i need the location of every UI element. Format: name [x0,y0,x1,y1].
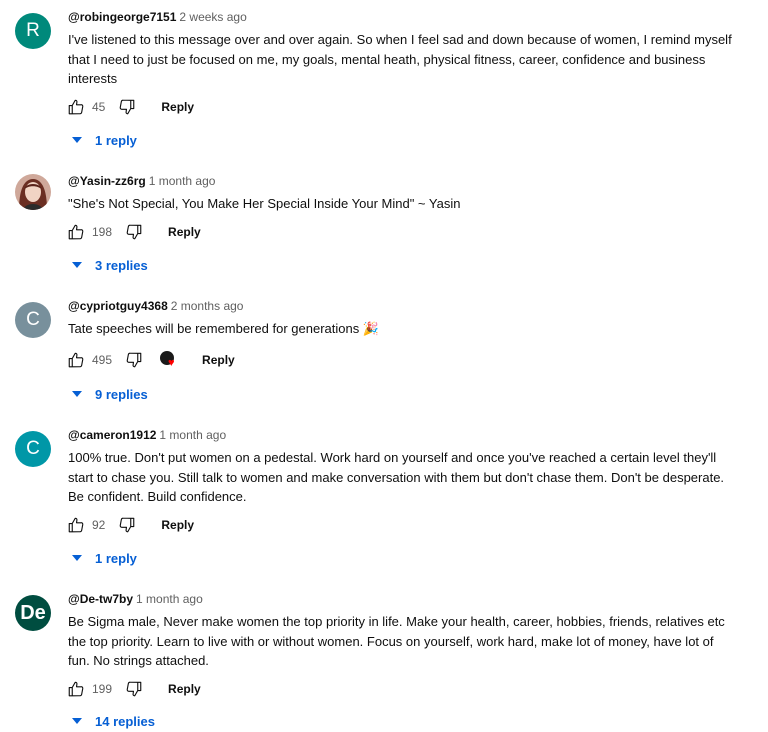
comment-text: I've listened to this message over and o… [68,30,753,89]
like-count: 45 [92,100,106,114]
replies-count-label: 9 replies [95,386,148,402]
comment-actions: 198 Reply [66,222,201,242]
comment-actions: 45 Reply [66,97,194,117]
comment-line: start to chase you. Still talk to women … [68,469,725,485]
comment-header: @Yasin-zz6rg 1 month ago [68,174,215,189]
comment-line: I've listened to this message over and o… [68,32,732,47]
comment-text: "She's Not Special, You Make Her Special… [68,194,753,214]
replies-count-label: 1 reply [95,550,137,566]
replies-count-label: 1 reply [95,132,137,148]
avatar[interactable]: C [15,302,51,338]
chevron-down-icon [72,137,82,143]
comment-line: interests [68,71,118,86]
comment-line: Tate speeches will be remembered for gen… [68,321,380,336]
comment-actions: 495 ♥ Reply [66,350,235,370]
reply-button[interactable]: Reply [161,518,194,532]
like-icon[interactable] [66,515,86,535]
avatar[interactable] [15,174,51,210]
comment-line: Be Sigma male, Never make women the top … [68,614,725,629]
comment-actions: 199 Reply [66,679,201,699]
author-name[interactable]: @De-tw7by [68,592,133,606]
comment-line: 100% true. Don't put women on a pedestal… [68,450,717,465]
timestamp[interactable]: 1 month ago [149,174,216,188]
view-replies-button[interactable]: 14 replies [72,710,155,732]
timestamp[interactable]: 1 month ago [136,592,203,606]
replies-count-label: 14 replies [95,713,155,729]
timestamp[interactable]: 2 weeks ago [179,10,246,24]
avatar[interactable]: De [15,595,51,631]
comment-header: @De-tw7by 1 month ago [68,592,203,607]
dislike-icon[interactable] [124,350,144,370]
reply-button[interactable]: Reply [168,682,201,696]
chevron-down-icon [72,718,82,724]
view-replies-button[interactable]: 1 reply [72,129,137,151]
view-replies-button[interactable]: 1 reply [72,547,137,569]
like-icon[interactable] [66,679,86,699]
like-count: 199 [92,682,113,696]
chevron-down-icon [72,262,82,268]
comment-actions: 92 Reply [66,515,194,535]
like-icon[interactable] [66,350,86,370]
creator-heart-icon: ♥ [160,351,178,369]
author-name[interactable]: @cameron1912 [68,428,156,442]
avatar[interactable]: C [15,431,51,467]
reply-button[interactable]: Reply [202,353,235,367]
comment-text: Tate speeches will be remembered for gen… [68,319,753,339]
chevron-down-icon [72,391,82,397]
reply-button[interactable]: Reply [161,100,194,114]
comment-line: Be confident. Build confidence. [68,489,247,504]
like-count: 92 [92,518,106,532]
comment-header: @cypriotguy4368 2 months ago [68,299,243,314]
like-count: 198 [92,225,113,239]
comment-line: that I need to just be focused on me, my… [68,51,706,67]
timestamp[interactable]: 2 months ago [171,299,244,313]
dislike-icon[interactable] [117,97,137,117]
like-icon[interactable] [66,222,86,242]
comment-line: "She's Not Special, You Make Her Special… [68,196,461,211]
timestamp[interactable]: 1 month ago [159,428,226,442]
author-name[interactable]: @robingeorge7151 [68,10,176,24]
author-name[interactable]: @cypriotguy4368 [68,299,168,313]
comment-text: Be Sigma male, Never make women the top … [68,612,753,671]
reply-button[interactable]: Reply [168,225,201,239]
like-icon[interactable] [66,97,86,117]
view-replies-button[interactable]: 3 replies [72,254,148,276]
comment-header: @cameron1912 1 month ago [68,428,226,443]
dislike-icon[interactable] [124,222,144,242]
comment-text: 100% true. Don't put women on a pedestal… [68,448,753,507]
view-replies-button[interactable]: 9 replies [72,383,148,405]
author-name[interactable]: @Yasin-zz6rg [68,174,146,188]
dislike-icon[interactable] [117,515,137,535]
chevron-down-icon [72,555,82,561]
comment-line: the top priority. Learn to live with or … [68,633,714,649]
profile-photo-icon [15,174,51,210]
like-count: 495 [92,353,113,367]
replies-count-label: 3 replies [95,257,148,273]
avatar[interactable]: R [15,13,51,49]
comment-line: fun. No strings attached. [68,653,209,668]
comment-header: @robingeorge7151 2 weeks ago [68,10,247,25]
dislike-icon[interactable] [124,679,144,699]
